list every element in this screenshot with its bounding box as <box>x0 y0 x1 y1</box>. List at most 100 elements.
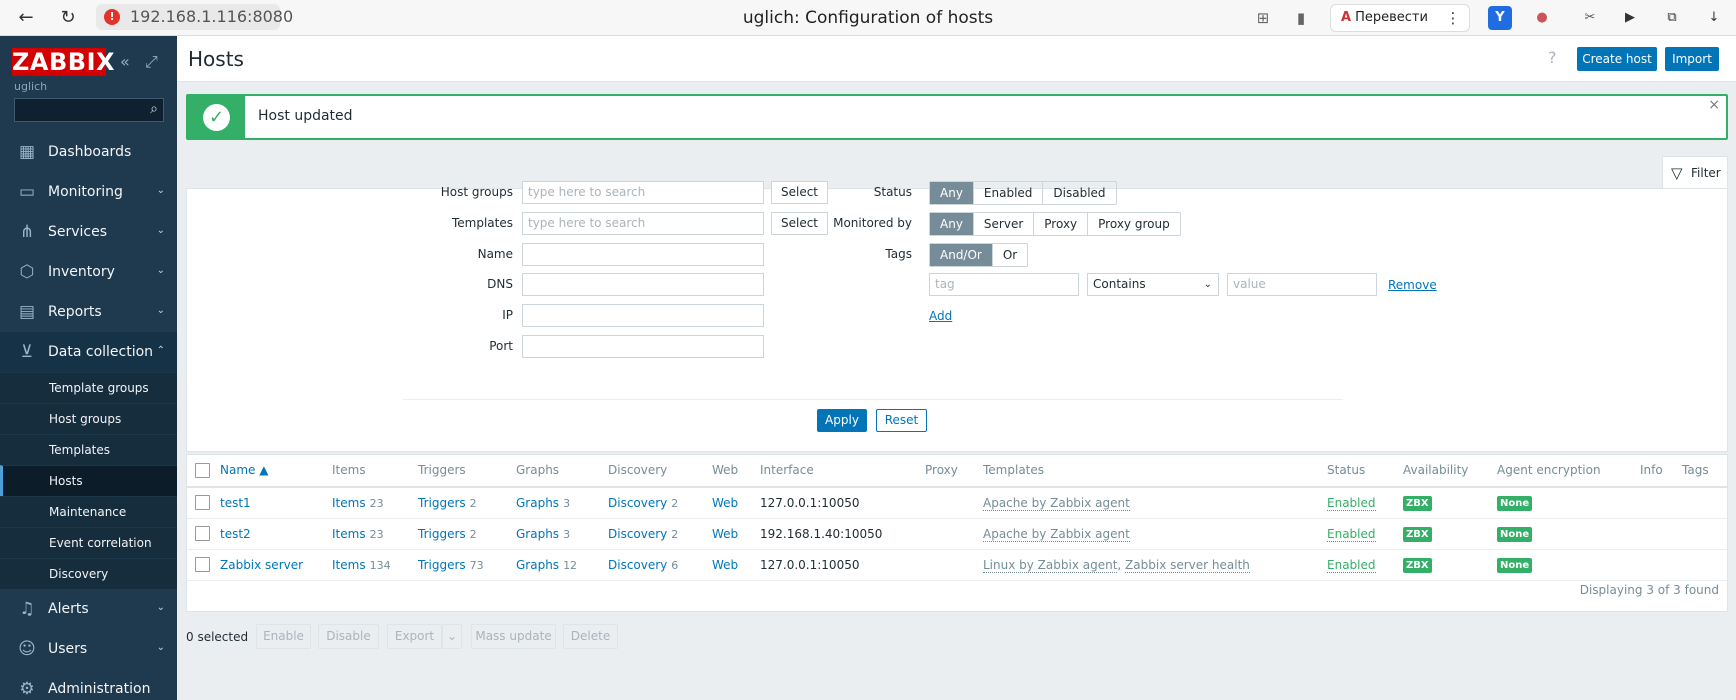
scissors-icon[interactable]: ✂ <box>1578 6 1602 30</box>
submenu-item-maintenance[interactable]: Maintenance <box>0 496 177 527</box>
column-status[interactable]: Status <box>1327 455 1365 486</box>
extensions-icon[interactable]: ⧉ <box>1660 6 1684 30</box>
reload-icon[interactable]: ↻ <box>56 6 80 30</box>
template-name[interactable]: Apache by Zabbix agent <box>983 527 1130 542</box>
availability-badge[interactable]: ZBX <box>1403 558 1432 573</box>
items-link[interactable]: Items 23 <box>332 519 384 550</box>
graphs-link[interactable]: Graphs 3 <box>516 488 570 519</box>
tag-input[interactable]: tag <box>929 273 1079 296</box>
row-checkbox[interactable] <box>195 557 210 572</box>
items-link[interactable]: Items 23 <box>332 488 384 519</box>
menu-item-administration[interactable]: ⚙ Administration <box>0 669 177 700</box>
dns-input[interactable] <box>522 273 764 296</box>
remove-tag-link[interactable]: Remove <box>1388 278 1437 292</box>
web-link[interactable]: Web <box>712 519 738 550</box>
enable-button[interactable]: Enable <box>256 624 311 649</box>
browser-extension-icon[interactable]: ● <box>1530 6 1554 30</box>
back-icon[interactable]: ← <box>14 6 38 30</box>
web-link[interactable]: Web <box>712 488 738 519</box>
status-any-option[interactable]: Any <box>930 182 974 204</box>
monitored-by-proxy-option[interactable]: Proxy <box>1034 213 1089 235</box>
search-icon[interactable]: ⌕ <box>150 101 158 117</box>
triggers-link[interactable]: Triggers 73 <box>418 550 484 581</box>
menu-item-services[interactable]: ⋔ Services ⌄ <box>0 212 177 252</box>
submenu-item-event-correlation[interactable]: Event correlation <box>0 527 177 558</box>
menu-item-users[interactable]: ☺ Users ⌄ <box>0 629 177 669</box>
downloads-icon[interactable]: ↓ <box>1702 6 1726 30</box>
triggers-link[interactable]: Triggers 2 <box>418 519 477 550</box>
submenu-item-host-groups[interactable]: Host groups <box>0 403 177 434</box>
export-dropdown-icon[interactable]: ⌄ <box>442 624 462 649</box>
tag-operator-select[interactable]: Contains ⌄ <box>1087 273 1219 296</box>
tags-or-option[interactable]: Or <box>993 244 1027 266</box>
help-icon[interactable]: ? <box>1548 48 1557 67</box>
submenu-item-templates[interactable]: Templates <box>0 434 177 465</box>
export-button[interactable]: Export <box>387 624 442 649</box>
translate-more-icon[interactable]: ⋮ <box>1442 8 1464 28</box>
column-name[interactable]: Name ▲ <box>220 455 268 486</box>
security-warning-icon[interactable]: ! <box>104 9 120 25</box>
add-tag-link[interactable]: Add <box>929 309 952 323</box>
availability-badge[interactable]: ZBX <box>1403 496 1432 511</box>
browser-extension-icon[interactable]: Y <box>1488 6 1512 30</box>
host-name-link[interactable]: test2 <box>220 519 251 550</box>
template-name[interactable]: Apache by Zabbix agent <box>983 496 1130 511</box>
bookmark-icon[interactable]: ▮ <box>1290 8 1312 28</box>
status-toggle[interactable]: Enabled <box>1327 550 1376 581</box>
submenu-item-discovery[interactable]: Discovery <box>0 558 177 589</box>
collapse-sidebar-icon[interactable]: « <box>120 52 130 72</box>
ip-input[interactable] <box>522 304 764 327</box>
address-bar[interactable]: ! 192.168.1.116:8080 <box>96 4 293 30</box>
availability-badge[interactable]: ZBX <box>1403 527 1432 542</box>
host-groups-input[interactable]: type here to search <box>522 181 764 204</box>
select-all-checkbox[interactable] <box>195 463 210 478</box>
templates-input[interactable]: type here to search <box>522 212 764 235</box>
template-link[interactable]: Apache by Zabbix agent <box>983 519 1130 550</box>
row-checkbox[interactable] <box>195 495 210 510</box>
disable-button[interactable]: Disable <box>318 624 379 649</box>
template-name[interactable]: Linux by Zabbix agent <box>983 558 1118 573</box>
template-link[interactable]: Apache by Zabbix agent <box>983 488 1130 519</box>
name-input[interactable] <box>522 243 764 266</box>
menu-item-monitoring[interactable]: ▭ Monitoring ⌄ <box>0 172 177 212</box>
submenu-item-hosts[interactable]: Hosts <box>0 465 177 496</box>
menu-item-alerts[interactable]: ♫ Alerts ⌄ <box>0 589 177 629</box>
create-host-button[interactable]: Create host <box>1577 47 1657 71</box>
menu-item-reports[interactable]: ▤ Reports ⌄ <box>0 292 177 332</box>
discovery-link[interactable]: Discovery 2 <box>608 519 678 550</box>
zabbix-logo[interactable]: ZABBIX <box>12 48 115 76</box>
discovery-link[interactable]: Discovery 6 <box>608 550 678 581</box>
host-name-link[interactable]: Zabbix server <box>220 550 303 581</box>
port-input[interactable] <box>522 335 764 358</box>
menu-item-dashboards[interactable]: ▦ Dashboards <box>0 132 177 172</box>
discovery-link[interactable]: Discovery 2 <box>608 488 678 519</box>
tags-and-or-option[interactable]: And/Or <box>930 244 993 266</box>
menu-item-inventory[interactable]: ⬡ Inventory ⌄ <box>0 252 177 292</box>
sidebar-search-input[interactable]: ⌕ <box>14 98 164 122</box>
web-link[interactable]: Web <box>712 550 738 581</box>
row-checkbox[interactable] <box>195 526 210 541</box>
status-toggle[interactable]: Enabled <box>1327 488 1376 519</box>
kiosk-mode-icon[interactable]: ⤢ <box>145 52 158 72</box>
close-icon[interactable]: × <box>1708 97 1720 113</box>
status-toggle[interactable]: Enabled <box>1327 519 1376 550</box>
monitored-by-server-option[interactable]: Server <box>974 213 1035 235</box>
reset-button[interactable]: Reset <box>876 409 927 432</box>
apply-button[interactable]: Apply <box>817 409 867 432</box>
graphs-link[interactable]: Graphs 12 <box>516 550 577 581</box>
translate-page-icon[interactable]: ⊞ <box>1252 8 1274 28</box>
triggers-link[interactable]: Triggers 2 <box>418 488 477 519</box>
host-name-link[interactable]: test1 <box>220 488 251 519</box>
status-enabled-option[interactable]: Enabled <box>974 182 1044 204</box>
delete-button[interactable]: Delete <box>563 624 618 649</box>
template-name[interactable]: Zabbix server health <box>1125 558 1250 573</box>
graphs-link[interactable]: Graphs 3 <box>516 519 570 550</box>
media-icon[interactable]: ▶ <box>1618 6 1642 30</box>
mass-update-button[interactable]: Mass update <box>471 624 556 649</box>
import-button[interactable]: Import <box>1665 47 1719 71</box>
filter-tab[interactable]: ▽ Filter <box>1662 156 1728 189</box>
status-disabled-option[interactable]: Disabled <box>1043 182 1115 204</box>
submenu-item-template-groups[interactable]: Template groups <box>0 372 177 403</box>
tag-value-input[interactable]: value <box>1227 273 1377 296</box>
menu-item-data-collection[interactable]: ⊻ Data collection ⌃ <box>0 332 177 372</box>
